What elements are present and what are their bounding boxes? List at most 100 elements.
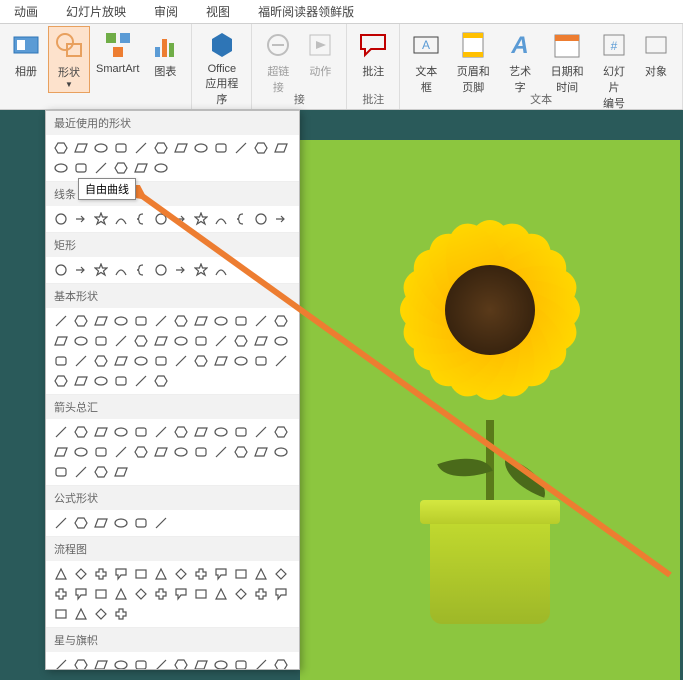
shape-option[interactable]	[92, 312, 110, 330]
shape-option[interactable]	[192, 210, 210, 228]
shape-option[interactable]	[152, 514, 170, 532]
shape-option[interactable]	[52, 332, 70, 350]
shape-option[interactable]	[212, 352, 230, 370]
shape-option[interactable]	[72, 605, 90, 623]
shape-option[interactable]	[92, 423, 110, 441]
tab-foxit[interactable]: 福昕阅读器领鲜版	[244, 0, 368, 23]
shape-option[interactable]	[172, 423, 190, 441]
action-button[interactable]: 动作	[300, 26, 340, 82]
shape-option[interactable]	[92, 605, 110, 623]
shape-option[interactable]	[72, 332, 90, 350]
shape-option[interactable]	[112, 372, 130, 390]
shape-option[interactable]	[172, 139, 190, 157]
shape-option[interactable]	[152, 565, 170, 583]
shape-option[interactable]	[72, 565, 90, 583]
shape-option[interactable]	[52, 585, 70, 603]
header-footer-button[interactable]: 页眉和页脚	[448, 26, 498, 98]
chart-button[interactable]: 图表	[145, 26, 185, 82]
shape-option[interactable]	[272, 423, 290, 441]
shape-option[interactable]	[152, 352, 170, 370]
shape-option[interactable]	[92, 332, 110, 350]
shape-option[interactable]	[272, 565, 290, 583]
shapes-button[interactable]: 形状 ▼	[48, 26, 90, 93]
shape-option[interactable]	[172, 261, 190, 279]
comment-button[interactable]: 批注	[353, 26, 393, 82]
object-button[interactable]: 对象	[636, 26, 676, 82]
shape-option[interactable]	[52, 139, 70, 157]
shape-option[interactable]	[112, 656, 130, 670]
shape-option[interactable]	[212, 443, 230, 461]
shape-option[interactable]	[172, 352, 190, 370]
shape-option[interactable]	[92, 656, 110, 670]
shape-option[interactable]	[212, 210, 230, 228]
shape-option[interactable]	[52, 514, 70, 532]
shape-option[interactable]	[152, 656, 170, 670]
shape-option[interactable]	[92, 565, 110, 583]
shape-option[interactable]	[52, 463, 70, 481]
shape-option[interactable]	[92, 514, 110, 532]
shape-option[interactable]	[172, 332, 190, 350]
shape-option[interactable]	[72, 372, 90, 390]
shape-option[interactable]	[52, 312, 70, 330]
shape-option[interactable]	[52, 656, 70, 670]
shape-option[interactable]	[132, 312, 150, 330]
shape-option[interactable]	[192, 261, 210, 279]
shape-option[interactable]	[132, 423, 150, 441]
shape-option[interactable]	[72, 210, 90, 228]
shape-option[interactable]	[272, 585, 290, 603]
shape-option[interactable]	[212, 656, 230, 670]
shape-option[interactable]	[252, 139, 270, 157]
shape-option[interactable]	[92, 585, 110, 603]
shape-option[interactable]	[132, 585, 150, 603]
shape-option[interactable]	[92, 210, 110, 228]
tab-slideshow[interactable]: 幻灯片放映	[52, 0, 140, 23]
shape-option[interactable]	[52, 159, 70, 177]
shape-option[interactable]	[252, 210, 270, 228]
shape-option[interactable]	[272, 139, 290, 157]
shape-option[interactable]	[72, 261, 90, 279]
shape-option[interactable]	[72, 423, 90, 441]
smartart-button[interactable]: SmartArt	[92, 26, 143, 78]
hyperlink-button[interactable]: 超链接	[258, 26, 298, 98]
wordart-button[interactable]: A 艺术字	[500, 26, 540, 98]
shape-option[interactable]	[232, 312, 250, 330]
shape-option[interactable]	[112, 261, 130, 279]
shape-option[interactable]	[72, 352, 90, 370]
shape-option[interactable]	[132, 565, 150, 583]
shape-option[interactable]	[192, 312, 210, 330]
shape-option[interactable]	[112, 139, 130, 157]
shape-option[interactable]	[52, 423, 70, 441]
shape-option[interactable]	[172, 312, 190, 330]
shape-option[interactable]	[72, 585, 90, 603]
shape-option[interactable]	[52, 210, 70, 228]
shape-option[interactable]	[272, 443, 290, 461]
shape-option[interactable]	[112, 463, 130, 481]
shape-option[interactable]	[212, 332, 230, 350]
shape-option[interactable]	[132, 656, 150, 670]
album-button[interactable]: 相册	[6, 26, 46, 82]
shape-option[interactable]	[232, 139, 250, 157]
shape-option[interactable]	[92, 139, 110, 157]
shape-option[interactable]	[252, 332, 270, 350]
shape-option[interactable]	[72, 656, 90, 670]
shape-option[interactable]	[52, 261, 70, 279]
shape-option[interactable]	[92, 372, 110, 390]
shape-option[interactable]	[212, 565, 230, 583]
shape-option[interactable]	[112, 312, 130, 330]
shape-option[interactable]	[112, 585, 130, 603]
shape-option[interactable]	[152, 443, 170, 461]
shape-option[interactable]	[192, 352, 210, 370]
shape-option[interactable]	[72, 312, 90, 330]
shape-option[interactable]	[112, 605, 130, 623]
shape-option[interactable]	[52, 605, 70, 623]
shape-option[interactable]	[112, 423, 130, 441]
shape-option[interactable]	[232, 332, 250, 350]
shape-option[interactable]	[232, 565, 250, 583]
shape-option[interactable]	[232, 423, 250, 441]
shape-option[interactable]	[252, 312, 270, 330]
shape-option[interactable]	[252, 423, 270, 441]
shape-option[interactable]	[212, 139, 230, 157]
shape-option[interactable]	[132, 139, 150, 157]
shape-option[interactable]	[112, 210, 130, 228]
shape-option[interactable]	[172, 210, 190, 228]
